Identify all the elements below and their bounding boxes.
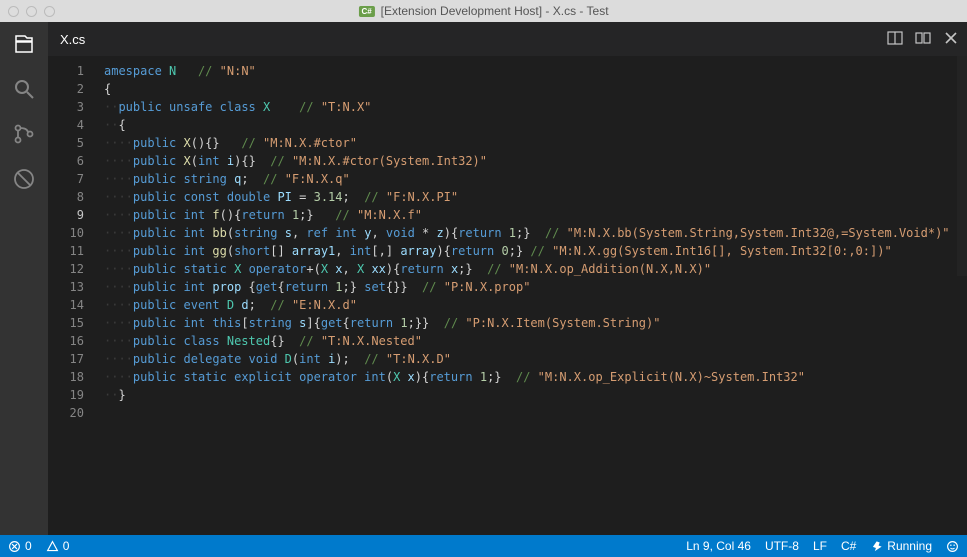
line-number: 8: [48, 188, 84, 206]
minimap[interactable]: [957, 56, 967, 276]
status-errors[interactable]: 0: [8, 539, 32, 553]
line-number: 7: [48, 170, 84, 188]
code-line[interactable]: ····public int f(){return 1;} // "M:N.X.…: [104, 206, 967, 224]
line-number: 10: [48, 224, 84, 242]
line-number: 16: [48, 332, 84, 350]
running-icon: [870, 540, 883, 553]
minimize-window-icon[interactable]: [26, 6, 37, 17]
split-editor-icon[interactable]: [887, 30, 903, 49]
code-line[interactable]: ··{: [104, 116, 967, 134]
code-line[interactable]: ····public static X operator+(X x, X xx)…: [104, 260, 967, 278]
line-number: 19: [48, 386, 84, 404]
line-number: 1: [48, 62, 84, 80]
line-number: 4: [48, 116, 84, 134]
tab-active[interactable]: X.cs: [60, 32, 85, 47]
editor-tabs: X.cs: [48, 22, 967, 56]
code-line[interactable]: ····public static explicit operator int(…: [104, 368, 967, 386]
code-line[interactable]: ····public const double PI = 3.14; // "F…: [104, 188, 967, 206]
code-line[interactable]: [104, 404, 967, 422]
code-editor[interactable]: 1234567891011121314151617181920 amespace…: [48, 56, 967, 535]
window-titlebar: C# [Extension Development Host] - X.cs -…: [0, 0, 967, 22]
source-control-icon[interactable]: [12, 122, 36, 151]
line-number: 12: [48, 260, 84, 278]
status-bar: 0 0 Ln 9, Col 46 UTF-8 LF C# Running: [0, 535, 967, 557]
code-line[interactable]: ··}: [104, 386, 967, 404]
code-line[interactable]: ····public int bb(string s, ref int y, v…: [104, 224, 967, 242]
code-line[interactable]: amespace N // "N:N": [104, 62, 967, 80]
code-line[interactable]: ····public class Nested{} // "T:N.X.Nest…: [104, 332, 967, 350]
close-window-icon[interactable]: [8, 6, 19, 17]
line-number: 17: [48, 350, 84, 368]
search-icon[interactable]: [12, 77, 36, 106]
status-errors-count: 0: [25, 539, 32, 553]
status-cursor[interactable]: Ln 9, Col 46: [686, 539, 751, 553]
line-number: 20: [48, 404, 84, 422]
code-line[interactable]: {: [104, 80, 967, 98]
window-title-text: [Extension Development Host] - X.cs - Te…: [381, 4, 609, 18]
status-eol[interactable]: LF: [813, 539, 827, 553]
csharp-file-icon: C#: [358, 6, 374, 17]
line-number: 6: [48, 152, 84, 170]
line-number: 11: [48, 242, 84, 260]
status-running[interactable]: Running: [870, 539, 932, 553]
code-line[interactable]: ····public X(int i){} // "M:N.X.#ctor(Sy…: [104, 152, 967, 170]
status-warnings-count: 0: [63, 539, 70, 553]
code-line[interactable]: ··public unsafe class X // "T:N.X": [104, 98, 967, 116]
line-number: 3: [48, 98, 84, 116]
code-line[interactable]: ····public event D d; // "E:N.X.d": [104, 296, 967, 314]
line-number: 5: [48, 134, 84, 152]
code-line[interactable]: ····public int gg(short[] array1, int[,]…: [104, 242, 967, 260]
line-number: 15: [48, 314, 84, 332]
activity-bar: [0, 22, 48, 535]
status-encoding[interactable]: UTF-8: [765, 539, 799, 553]
line-number: 13: [48, 278, 84, 296]
explorer-icon[interactable]: [12, 32, 36, 61]
maximize-window-icon[interactable]: [44, 6, 55, 17]
status-running-label: Running: [887, 539, 932, 553]
line-number-gutter: 1234567891011121314151617181920: [48, 56, 98, 535]
code-content[interactable]: amespace N // "N:N"{··public unsafe clas…: [98, 56, 967, 535]
window-title: C# [Extension Development Host] - X.cs -…: [358, 4, 608, 18]
code-line[interactable]: ····public X(){} // "M:N.X.#ctor": [104, 134, 967, 152]
status-language[interactable]: C#: [841, 539, 856, 553]
compare-icon[interactable]: [915, 30, 931, 49]
line-number: 2: [48, 80, 84, 98]
close-tab-icon[interactable]: [943, 30, 959, 49]
debug-icon[interactable]: [12, 167, 36, 196]
line-number: 9: [48, 206, 84, 224]
code-line[interactable]: ····public int prop {get{return 1;} set{…: [104, 278, 967, 296]
traffic-lights: [8, 6, 55, 17]
status-warnings[interactable]: 0: [46, 539, 70, 553]
code-line[interactable]: ····public string q; // "F:N.X.q": [104, 170, 967, 188]
line-number: 18: [48, 368, 84, 386]
feedback-icon[interactable]: [946, 540, 959, 553]
code-line[interactable]: ····public int this[string s]{get{return…: [104, 314, 967, 332]
line-number: 14: [48, 296, 84, 314]
code-line[interactable]: ····public delegate void D(int i); // "T…: [104, 350, 967, 368]
